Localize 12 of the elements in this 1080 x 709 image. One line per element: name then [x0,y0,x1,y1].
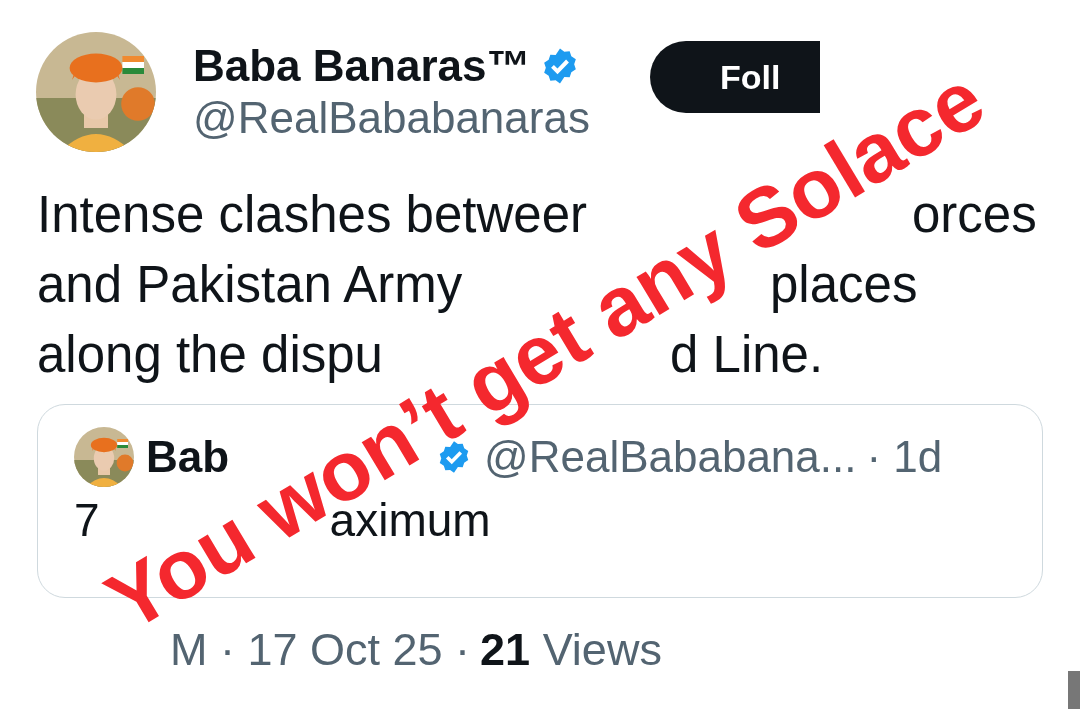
tweet-text: places [770,255,918,315]
tweet-text: and Pakistan Army [37,255,463,315]
post-time: M · 17 Oct 25 · [170,624,471,676]
views-count: 21 [480,624,531,675]
tweet-text: along the dispu [37,325,383,385]
quoted-text: 7 [74,493,100,547]
scrollbar-thumb[interactable] [1068,671,1080,709]
quoted-author-handle: @RealBababana... [484,432,857,482]
author-name[interactable]: Baba Banaras™ [193,41,531,91]
quoted-time: · 1d [866,432,943,482]
views-label: Views [542,624,662,675]
tweet-text: Intense clashes betweer [37,185,587,245]
